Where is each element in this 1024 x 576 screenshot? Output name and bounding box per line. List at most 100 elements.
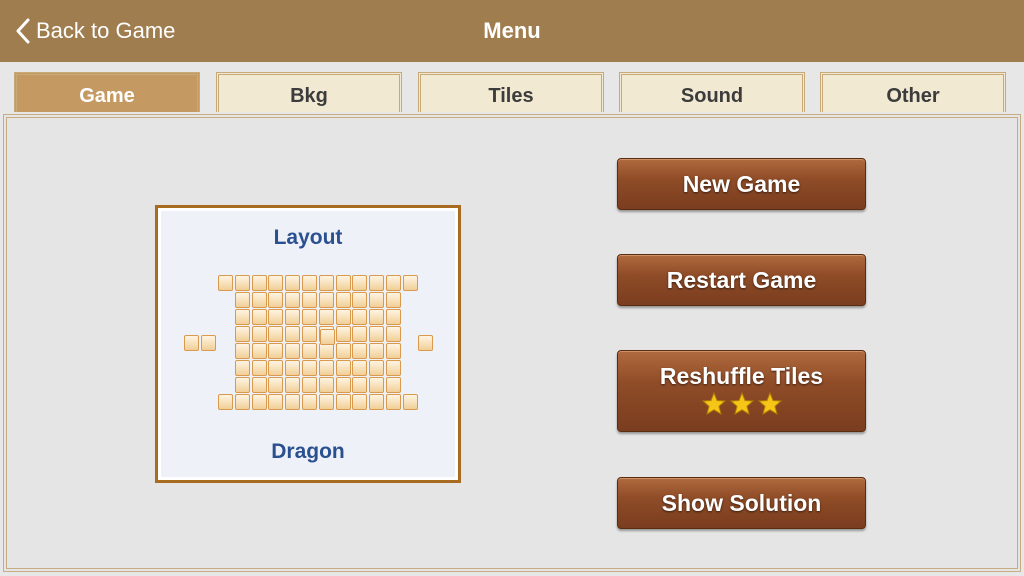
show-solution-label: Show Solution	[661, 490, 822, 516]
restart-game-label: Restart Game	[666, 267, 817, 293]
layout-tile	[302, 326, 317, 342]
layout-tile	[251, 326, 267, 342]
layout-tile	[386, 292, 401, 308]
layout-tile	[302, 394, 317, 410]
layout-tile	[318, 292, 334, 308]
layout-tile	[335, 326, 351, 342]
layout-tile	[369, 394, 385, 410]
layout-tile	[318, 394, 334, 410]
layout-tile	[302, 360, 317, 376]
layout-tile	[251, 360, 267, 376]
layout-tile	[234, 326, 250, 342]
layout-tile	[251, 309, 267, 325]
layout-tile	[285, 309, 301, 325]
layout-tile	[352, 343, 368, 359]
layout-tile	[369, 275, 385, 291]
layout-tile	[352, 360, 368, 376]
layout-tile	[352, 377, 368, 393]
layout-tile	[184, 335, 199, 351]
tab-tiles[interactable]: Tiles	[418, 72, 604, 112]
new-game-label: New Game	[682, 171, 801, 197]
reshuffle-tiles-label: Reshuffle Tiles	[659, 363, 824, 389]
layout-tile	[369, 377, 385, 393]
layout-tile	[268, 275, 284, 291]
layout-tile	[251, 275, 267, 291]
star-icon	[701, 392, 726, 415]
layout-tile	[201, 335, 216, 351]
layout-tile	[268, 343, 284, 359]
layout-tile	[268, 394, 284, 410]
tab-game[interactable]: Game	[14, 72, 200, 112]
star-icon	[757, 392, 782, 415]
back-label: Back to Game	[36, 18, 176, 43]
layout-tile	[335, 394, 351, 410]
layout-tile	[386, 309, 401, 325]
layout-tile	[369, 292, 385, 308]
layout-tile	[268, 377, 284, 393]
layout-tile	[285, 360, 301, 376]
layout-tile	[251, 343, 267, 359]
layout-tile	[268, 360, 284, 376]
layout-tile	[386, 326, 401, 342]
layout-tile	[251, 292, 267, 308]
layout-tile	[335, 292, 351, 308]
layout-tile	[352, 309, 368, 325]
layout-tile	[320, 329, 335, 345]
layout-tile	[234, 275, 250, 291]
layout-selector[interactable]: Layout Dragon	[155, 205, 461, 483]
layout-tile	[285, 292, 301, 308]
layout-tile	[285, 377, 301, 393]
layout-tile	[386, 360, 401, 376]
layout-tile	[318, 343, 334, 359]
layout-tile	[335, 360, 351, 376]
layout-tile	[285, 275, 301, 291]
layout-tile	[251, 377, 267, 393]
layout-tile	[335, 309, 351, 325]
layout-tile	[402, 275, 418, 291]
layout-tile	[418, 335, 433, 351]
layout-tile	[335, 377, 351, 393]
layout-tile	[302, 343, 317, 359]
layout-tile	[352, 394, 368, 410]
layout-tile	[268, 309, 284, 325]
layout-tile	[302, 377, 317, 393]
layout-tile	[302, 309, 317, 325]
layout-tile	[369, 343, 385, 359]
layout-tile	[234, 309, 250, 325]
layout-tile	[386, 343, 401, 359]
layout-tile	[352, 326, 368, 342]
layout-tile	[386, 377, 401, 393]
layout-tile	[335, 343, 351, 359]
layout-name: Dragon	[271, 440, 345, 463]
layout-tile	[285, 343, 301, 359]
layout-tile	[386, 275, 401, 291]
new-game-button[interactable]: New Game	[617, 158, 866, 210]
layout-tile	[302, 292, 317, 308]
layout-tile	[335, 275, 351, 291]
layout-tile	[234, 343, 250, 359]
layout-tile	[285, 394, 301, 410]
layout-tile	[352, 292, 368, 308]
back-to-game-button[interactable]: Back to Game	[16, 0, 175, 62]
layout-tile	[369, 326, 385, 342]
layout-tile	[352, 275, 368, 291]
tab-bkg[interactable]: Bkg	[216, 72, 402, 112]
reshuffle-tiles-button[interactable]: Reshuffle Tiles	[617, 350, 866, 432]
layout-tile	[251, 394, 267, 410]
layout-tile	[285, 326, 301, 342]
layout-tile	[402, 394, 418, 410]
restart-game-button[interactable]: Restart Game	[617, 254, 866, 306]
layout-tile	[386, 394, 401, 410]
layout-tile	[369, 309, 385, 325]
layout-heading: Layout	[273, 226, 343, 249]
layout-tile	[268, 292, 284, 308]
layout-tile	[318, 360, 334, 376]
tab-other[interactable]: Other	[820, 72, 1006, 112]
layout-tile	[234, 377, 250, 393]
layout-tile	[369, 360, 385, 376]
tab-sound[interactable]: Sound	[619, 72, 805, 112]
layout-tile	[318, 309, 334, 325]
show-solution-button[interactable]: Show Solution	[617, 477, 866, 529]
layout-tile	[318, 275, 334, 291]
top-bar: Back to Game Menu	[0, 0, 1024, 62]
